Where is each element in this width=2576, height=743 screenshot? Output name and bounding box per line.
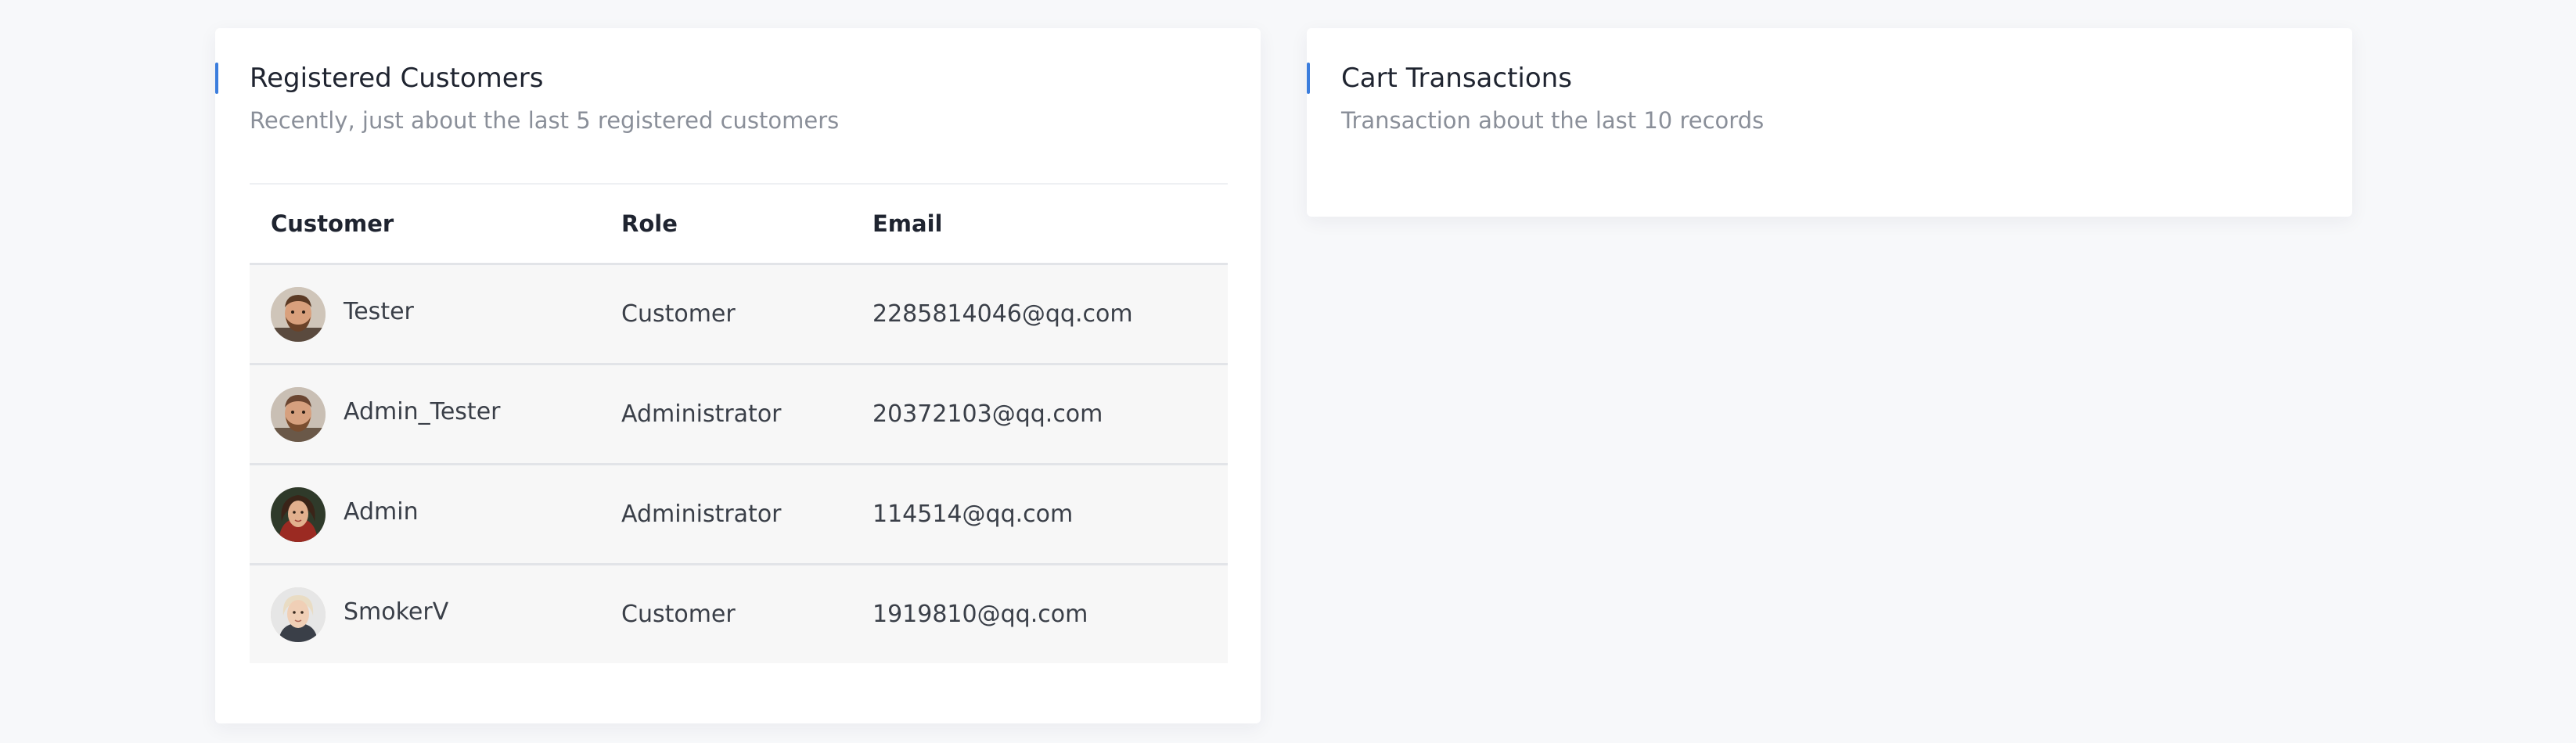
customer-email: 1919810@qq.com xyxy=(872,601,1088,628)
customer-email: 114514@qq.com xyxy=(872,501,1074,528)
table-row: Admin Administrator 114514@qq.com xyxy=(250,465,1228,565)
dashboard-page: Registered Customers Recently, just abou… xyxy=(0,0,2576,743)
table-header: Customer Role Email xyxy=(250,183,1228,265)
cart-transactions-card: Cart Transactions Transaction about the … xyxy=(1307,28,2352,217)
column-header-customer: Customer xyxy=(271,210,394,237)
table-row: Admin_Tester Administrator 20372103@qq.c… xyxy=(250,365,1228,465)
older-woman-avatar xyxy=(271,587,326,642)
card-subtitle: Transaction about the last 10 records xyxy=(1341,107,1765,134)
woman-avatar xyxy=(271,487,326,542)
card-accent-bar xyxy=(215,63,218,94)
customer-name: Tester xyxy=(344,298,414,325)
card-title: Registered Customers xyxy=(250,63,544,94)
customer-name: Admin xyxy=(344,498,419,526)
customer-name: SmokerV xyxy=(344,598,449,626)
registered-customers-card: Registered Customers Recently, just abou… xyxy=(215,28,1261,723)
customer-email: 20372103@qq.com xyxy=(872,400,1103,428)
table-row: Tester Customer 2285814046@qq.com xyxy=(250,265,1228,365)
card-accent-bar xyxy=(1307,63,1310,94)
card-title: Cart Transactions xyxy=(1341,63,1572,94)
table-row: SmokerV Customer 1919810@qq.com xyxy=(250,565,1228,663)
card-subtitle: Recently, just about the last 5 register… xyxy=(250,107,840,134)
customer-role: Customer xyxy=(621,300,736,328)
man-beard-avatar xyxy=(271,387,326,442)
customer-role: Administrator xyxy=(621,400,782,428)
customers-table: Customer Role Email Tester Customer 2285… xyxy=(250,183,1228,663)
customer-role: Customer xyxy=(621,601,736,628)
customer-role: Administrator xyxy=(621,501,782,528)
customer-name: Admin_Tester xyxy=(344,398,501,425)
column-header-role: Role xyxy=(621,210,678,237)
man-beard-avatar xyxy=(271,287,326,342)
column-header-email: Email xyxy=(872,210,943,237)
customer-email: 2285814046@qq.com xyxy=(872,300,1133,328)
